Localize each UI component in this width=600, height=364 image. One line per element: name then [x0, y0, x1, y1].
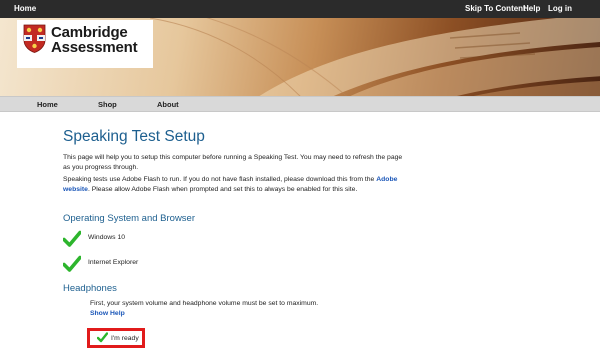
green-check-icon: [63, 230, 81, 247]
open-book-image: [150, 18, 600, 96]
show-help-link[interactable]: Show Help: [90, 310, 125, 317]
logo-wordmark: Cambridge Assessment: [51, 24, 138, 56]
browser-name: Internet Explorer: [88, 259, 139, 266]
main-nav: Home Shop About: [0, 96, 600, 112]
nav-about-link[interactable]: About: [157, 100, 179, 109]
nav-home-link[interactable]: Home: [37, 100, 58, 109]
page-title: Speaking Test Setup: [63, 128, 205, 145]
help-link[interactable]: Help: [523, 4, 540, 13]
top-home-link[interactable]: Home: [14, 4, 36, 13]
headphones-instructions: First, your system volume and headphone …: [90, 299, 320, 319]
green-check-icon: [97, 332, 108, 343]
skip-to-content-link[interactable]: Skip To Content: [465, 4, 526, 13]
cambridge-shield-icon: [23, 24, 46, 53]
logo-line-2: Assessment: [51, 39, 138, 56]
nav-shop-link[interactable]: Shop: [98, 100, 117, 109]
headphones-heading: Headphones: [63, 283, 117, 294]
top-bar: Home Skip To Content Help Log in: [0, 0, 600, 18]
intro-text: This page will help you to setup this co…: [63, 154, 403, 171]
headphones-text: First, your system volume and headphone …: [90, 300, 319, 307]
flash-text-after: . Please allow Adobe Flash when prompted…: [87, 186, 358, 193]
logo-line-1: Cambridge: [51, 24, 128, 41]
green-check-icon: [63, 255, 81, 272]
os-name: Windows 10: [88, 234, 126, 241]
login-link[interactable]: Log in: [548, 4, 572, 13]
cambridge-logo[interactable]: Cambridge Assessment: [17, 20, 153, 68]
header-banner: Cambridge Assessment: [0, 18, 600, 96]
os-browser-heading: Operating System and Browser: [63, 213, 196, 224]
flash-text-before: Speaking tests use Adobe Flash to run. I…: [63, 176, 377, 183]
flash-instructions: Speaking tests use Adobe Flash to run. I…: [63, 175, 403, 195]
im-ready-label: I'm ready: [111, 335, 139, 342]
im-ready-button[interactable]: I'm ready: [87, 328, 145, 348]
